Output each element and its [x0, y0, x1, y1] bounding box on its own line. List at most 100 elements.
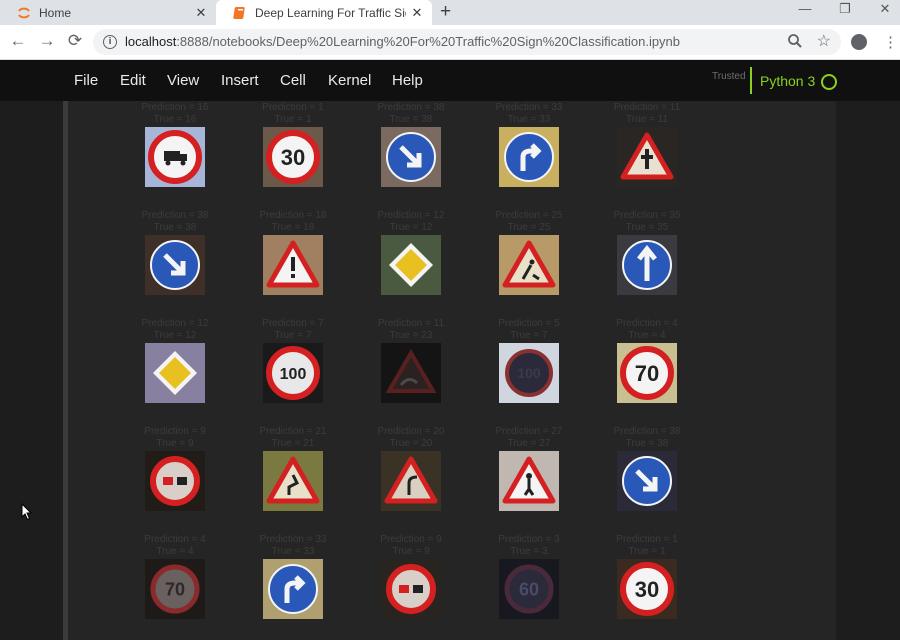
true-label: True = 33	[507, 114, 551, 125]
restore-button[interactable]: ❐	[825, 0, 865, 20]
prediction-label: Prediction = 9	[380, 534, 442, 545]
prediction-sample: Prediction = 5 True = 7 100	[470, 318, 588, 403]
true-label: True = 3	[510, 546, 548, 557]
prediction-sample: Prediction = 33 True = 33	[470, 102, 588, 187]
prediction-sample: Prediction = 38 True = 38	[116, 210, 234, 295]
new-tab-button[interactable]: +	[440, 1, 451, 23]
traffic-sign-image	[145, 127, 205, 187]
close-window-button[interactable]: ✕	[865, 0, 900, 20]
traffic-sign-image	[617, 127, 677, 187]
jupyter-menubar: File Edit View Insert Cell Kernel Help T…	[0, 60, 900, 102]
prediction-label: Prediction = 5	[498, 318, 560, 329]
prediction-label: Prediction = 11	[613, 102, 681, 113]
traffic-sign-image	[617, 235, 677, 295]
traffic-sign-image	[263, 451, 323, 511]
prediction-sample: Prediction = 9 True = 9	[116, 426, 234, 511]
menu-kernel[interactable]: Kernel	[328, 72, 371, 89]
site-info-icon[interactable]: i	[103, 35, 117, 49]
traffic-sign-image	[145, 451, 205, 511]
menu-file[interactable]: File	[74, 72, 98, 89]
true-label: True = 9	[392, 546, 430, 557]
true-label: True = 25	[507, 222, 551, 233]
traffic-sign-image	[499, 235, 559, 295]
prediction-sample: Prediction = 21 True = 21	[234, 426, 352, 511]
true-label: True = 1	[274, 114, 312, 125]
prediction-sample: Prediction = 38 True = 38	[588, 426, 706, 511]
traffic-sign-image: 70	[617, 343, 677, 403]
svg-text:100: 100	[280, 366, 307, 383]
true-label: True = 20	[389, 438, 433, 449]
bookmark-star-icon[interactable]: ☆	[817, 31, 831, 51]
true-label: True = 12	[153, 330, 197, 341]
menu-help[interactable]: Help	[392, 72, 423, 89]
reload-button[interactable]: ⟳	[64, 31, 86, 51]
true-label: True = 23	[389, 330, 433, 341]
minimize-button[interactable]: —	[785, 0, 825, 20]
true-label: True = 16	[153, 114, 197, 125]
mouse-cursor-icon	[21, 503, 33, 521]
prediction-sample: Prediction = 7 True = 7 100	[234, 318, 352, 403]
close-tab-icon[interactable]: ✕	[190, 5, 212, 21]
true-label: True = 12	[389, 222, 433, 233]
menu-edit[interactable]: Edit	[120, 72, 146, 89]
tab-home[interactable]: Home ✕	[0, 0, 216, 25]
browser-tab-bar: Home ✕ Deep Learning For Traffic Sign Cl…	[0, 0, 900, 25]
browser-menu-icon[interactable]: ⋮	[883, 33, 898, 51]
forward-button[interactable]: →	[36, 31, 58, 51]
traffic-sign-image	[381, 127, 441, 187]
prediction-label: Prediction = 21	[259, 426, 327, 437]
prediction-label: Prediction = 18	[259, 210, 327, 221]
page-margin-right	[836, 101, 900, 640]
true-label: True = 1	[628, 546, 666, 557]
true-label: True = 27	[507, 438, 551, 449]
traffic-sign-image	[381, 451, 441, 511]
trusted-indicator[interactable]: Trusted	[712, 71, 746, 82]
page-margin-left	[0, 101, 63, 640]
svg-text:70: 70	[165, 579, 185, 599]
true-label: True = 33	[271, 546, 315, 557]
prediction-label: Prediction = 12	[141, 318, 209, 329]
prediction-sample: Prediction = 16 True = 16	[116, 102, 234, 187]
prediction-label: Prediction = 33	[259, 534, 327, 545]
true-label: True = 4	[628, 330, 666, 341]
browser-toolbar: ← → ⟳ i localhost:8888/notebooks/Deep%20…	[0, 25, 900, 60]
magnifier-icon[interactable]	[787, 33, 803, 49]
traffic-sign-image	[381, 559, 441, 619]
prediction-label: Prediction = 38	[377, 102, 445, 113]
prediction-sample: Prediction = 27 True = 27	[470, 426, 588, 511]
true-label: True = 4	[156, 546, 194, 557]
kernel-name[interactable]: Python 3	[760, 73, 815, 89]
prediction-label: Prediction = 20	[377, 426, 445, 437]
url-text[interactable]: localhost:8888/notebooks/Deep%20Learning…	[125, 34, 680, 49]
tab-notebook[interactable]: Deep Learning For Traffic Sign Cla ✕	[216, 0, 432, 25]
svg-text:100: 100	[517, 365, 541, 381]
traffic-sign-image	[263, 235, 323, 295]
prediction-sample: Prediction = 25 True = 25	[470, 210, 588, 295]
traffic-sign-image	[263, 559, 323, 619]
svg-text:70: 70	[635, 361, 659, 386]
true-label: True = 35	[625, 222, 669, 233]
prediction-sample: Prediction = 12 True = 12	[352, 210, 470, 295]
back-button[interactable]: ←	[7, 31, 29, 51]
prediction-label: Prediction = 12	[377, 210, 445, 221]
prediction-sample: Prediction = 12 True = 12	[116, 318, 234, 403]
prediction-label: Prediction = 1	[262, 102, 324, 113]
traffic-sign-image	[145, 235, 205, 295]
traffic-sign-image	[381, 235, 441, 295]
menu-insert[interactable]: Insert	[221, 72, 259, 89]
prediction-label: Prediction = 38	[141, 210, 209, 221]
account-icon[interactable]	[851, 34, 867, 50]
menu-cell[interactable]: Cell	[280, 72, 306, 89]
prediction-sample: Prediction = 11 True = 11	[588, 102, 706, 187]
true-label: True = 11	[626, 114, 668, 125]
prediction-label: Prediction = 9	[144, 426, 206, 437]
traffic-sign-image: 60	[499, 559, 559, 619]
prediction-sample: Prediction = 9 True = 9	[352, 534, 470, 619]
menu-view[interactable]: View	[167, 72, 199, 89]
prediction-sample: Prediction = 1 True = 1 30	[234, 102, 352, 187]
prediction-sample: Prediction = 35 True = 35	[588, 210, 706, 295]
address-bar[interactable]: i localhost:8888/notebooks/Deep%20Learni…	[93, 29, 841, 55]
prediction-label: Prediction = 4	[144, 534, 206, 545]
close-tab-icon[interactable]: ✕	[406, 5, 428, 21]
prediction-sample: Prediction = 1 True = 1 30	[588, 534, 706, 619]
